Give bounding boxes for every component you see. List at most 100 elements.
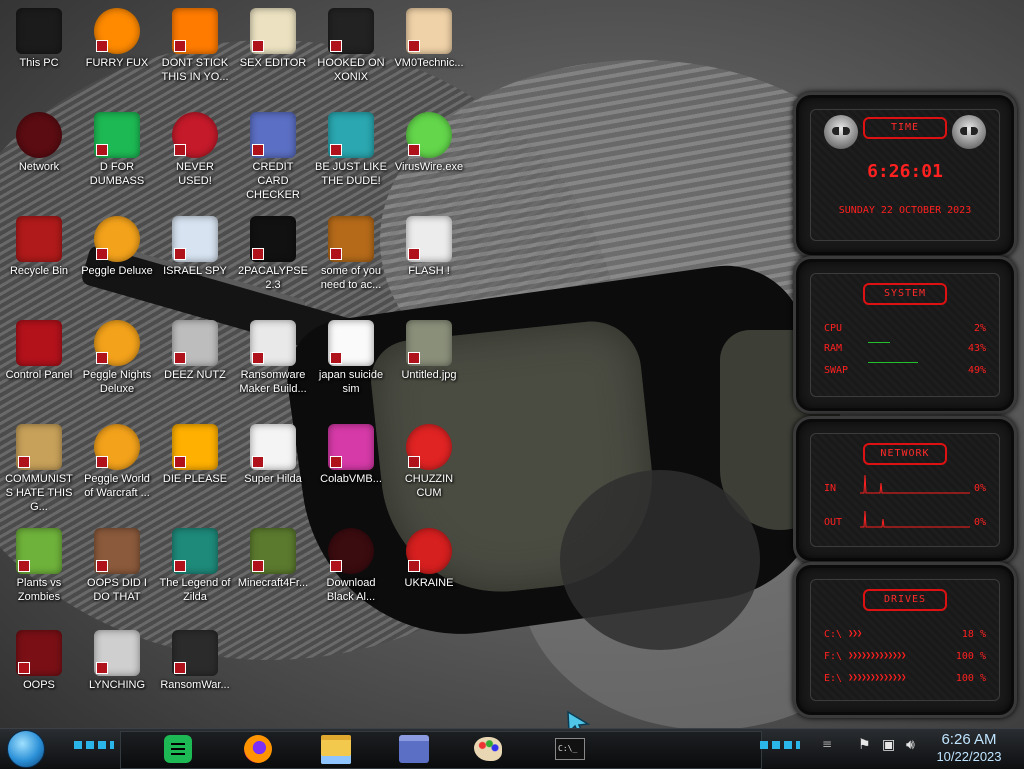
desktop-icon[interactable]: Peggle Nights Deluxe: [78, 316, 156, 396]
taskbar-clock[interactable]: 6:26 AM 10/22/2023: [924, 729, 1014, 765]
shortcut-arrow-icon: [408, 352, 420, 364]
time-gadget[interactable]: TIME 6:26:01 SUNDAY 22 OCTOBER 2023: [793, 92, 1017, 258]
desktop-icon-label: OOPS: [23, 679, 55, 691]
shortcut-arrow-icon: [252, 352, 264, 364]
taskbar-card-app-button[interactable]: [392, 733, 436, 765]
drives-gadget[interactable]: DRIVES C:\ ❯❯❯ 18 % F:\ ❯❯❯❯❯❯❯❯❯❯❯❯❯ 10…: [793, 562, 1017, 718]
peggle-icon: [94, 216, 140, 262]
limewire-icon: [406, 112, 452, 158]
firefox-icon: [244, 735, 272, 763]
desktop-icon-label: NEVER USED!: [176, 161, 214, 187]
taskbar-spotify-button[interactable]: [156, 733, 200, 765]
recycle-bin-icon: [16, 216, 62, 262]
desktop-icon[interactable]: DEEZ NUTZ: [156, 316, 234, 382]
cpu-value: 2%: [973, 323, 986, 334]
portrait-icon: [94, 528, 140, 574]
desktop-icon-label: 2PACALYPSE 2.3: [238, 265, 308, 291]
vlc-cone-icon: [172, 8, 218, 54]
desktop-icon[interactable]: CREDIT CARD CHECKER: [234, 108, 312, 202]
desktop-icon[interactable]: BE JUST LIKE THE DUDE!: [312, 108, 390, 188]
black-orb-icon: [328, 528, 374, 574]
taskbar-decoration: [760, 741, 800, 749]
shortcut-arrow-icon: [330, 456, 342, 468]
desktop-icon-label: CREDIT CARD CHECKER: [246, 161, 300, 201]
desktop-icon[interactable]: FLASH !: [390, 212, 468, 278]
desktop-icon[interactable]: FURRY FUX: [78, 4, 156, 70]
network-tray-icon[interactable]: ▣: [882, 737, 895, 753]
drives-gadget-title: DRIVES: [863, 589, 947, 611]
desktop-icon[interactable]: HOOKED ON XONIX: [312, 4, 390, 84]
desktop-icon[interactable]: COMMUNISTS HATE THIS G...: [0, 420, 78, 514]
shortcut-arrow-icon: [252, 40, 264, 52]
show-hidden-icons-button[interactable]: ≡: [822, 737, 832, 751]
desktop-icon[interactable]: Untitled.jpg: [390, 316, 468, 382]
desktop-icon[interactable]: Network: [0, 108, 78, 174]
desktop-icon-label: ColabVMB...: [320, 473, 382, 485]
desktop-icon-label: some of you need to ac...: [320, 265, 382, 291]
clock-time: 6:26 AM: [941, 731, 997, 748]
desktop-icon-label: Network: [18, 161, 60, 173]
flag-icon[interactable]: ⚑: [858, 737, 871, 753]
desktop-icon[interactable]: Super Hilda: [234, 420, 312, 486]
taskbar-paint-button[interactable]: [466, 733, 510, 765]
drive-c-value: 18 %: [961, 629, 986, 640]
desktop-icon[interactable]: UKRAINE: [390, 524, 468, 590]
desktop-icon[interactable]: DIE PLEASE: [156, 420, 234, 486]
desktop-icon[interactable]: This PC: [0, 4, 78, 70]
desktop-icon-label: COMMUNISTS HATE THIS G...: [5, 473, 73, 513]
net-out-graph: [860, 510, 970, 528]
desktop-icon[interactable]: Ransomware Maker Build...: [234, 316, 312, 396]
desktop-icon-label: Peggle Nights Deluxe: [82, 369, 152, 395]
start-button[interactable]: [6, 730, 46, 768]
desktop-icon[interactable]: SEX EDITOR: [234, 4, 312, 70]
system-gadget[interactable]: SYSTEM CPU 2% RAM 43% SWAP 49%: [793, 256, 1017, 414]
desktop-icon[interactable]: NEVER USED!: [156, 108, 234, 188]
desktop-icon[interactable]: Plants vs Zombies: [0, 524, 78, 604]
desktop-icon[interactable]: D FOR DUMBASS: [78, 108, 156, 188]
desktop-icon[interactable]: ColabVMB...: [312, 420, 390, 486]
desktop-icon[interactable]: ISRAEL SPY: [156, 212, 234, 278]
desktop-icon[interactable]: LYNCHING: [78, 626, 156, 692]
firefox-icon: [94, 8, 140, 54]
desktop-icon[interactable]: DONT STICK THIS IN YO...: [156, 4, 234, 84]
taskbar-terminal-button[interactable]: C:\_: [548, 733, 592, 765]
desktop-icon[interactable]: Peggle Deluxe: [78, 212, 156, 278]
desktop-icon[interactable]: OOPS: [0, 626, 78, 692]
desktop-icon[interactable]: The Legend of Zilda: [156, 524, 234, 604]
drive-e-value: 100 %: [955, 673, 986, 684]
spotify-green-icon: [94, 112, 140, 158]
desktop-icon[interactable]: OOPS DID I DO THAT: [78, 524, 156, 604]
shortcut-arrow-icon: [174, 248, 186, 260]
start-orb-icon: [7, 730, 45, 768]
desktop-icon-label: The Legend of Zilda: [159, 577, 231, 603]
desktop-icon[interactable]: Download Black Al...: [312, 524, 390, 604]
shortcut-arrow-icon: [18, 662, 30, 674]
desktop-icon[interactable]: CHUZZIN CUM: [390, 420, 468, 500]
desktop-icon[interactable]: Peggle World of Warcraft ...: [78, 420, 156, 500]
gadget-date: SUNDAY 22 OCTOBER 2023: [838, 205, 972, 216]
desktop-icon[interactable]: Minecraft4Fr...: [234, 524, 312, 590]
desktop-icon[interactable]: some of you need to ac...: [312, 212, 390, 292]
network-gadget[interactable]: NETWORK IN 0% OUT 0%: [793, 416, 1017, 564]
shortcut-arrow-icon: [408, 248, 420, 260]
volume-icon[interactable]: 🔊︎: [906, 737, 915, 753]
desktop-icon[interactable]: RansomWar...: [156, 626, 234, 692]
desktop-icon[interactable]: VirusWire.exe: [390, 108, 468, 174]
desktop-icon[interactable]: VM0Technic...: [390, 4, 468, 70]
desktop-icon[interactable]: Control Panel: [0, 316, 78, 382]
desktop-icon[interactable]: japan suicide sim: [312, 316, 390, 396]
flash-icon: [406, 216, 452, 262]
swap-value: 49%: [967, 365, 986, 376]
taskbar-explorer-button[interactable]: [314, 733, 358, 765]
ram-graph: [868, 342, 890, 343]
desktop-icon-label: Minecraft4Fr...: [237, 577, 309, 589]
net-in-value: 0%: [973, 483, 986, 494]
desktop-icon-label: D FOR DUMBASS: [89, 161, 145, 187]
taskbar-firefox-button[interactable]: [236, 733, 280, 765]
shortcut-arrow-icon: [96, 662, 108, 674]
desktop-icon[interactable]: Recycle Bin: [0, 212, 78, 278]
network-gadget-title: NETWORK: [863, 443, 947, 465]
credit-card-icon: [399, 735, 429, 763]
desktop-icon[interactable]: 2PACALYPSE 2.3: [234, 212, 312, 292]
desktop-icon-label: Download Black Al...: [326, 577, 376, 603]
